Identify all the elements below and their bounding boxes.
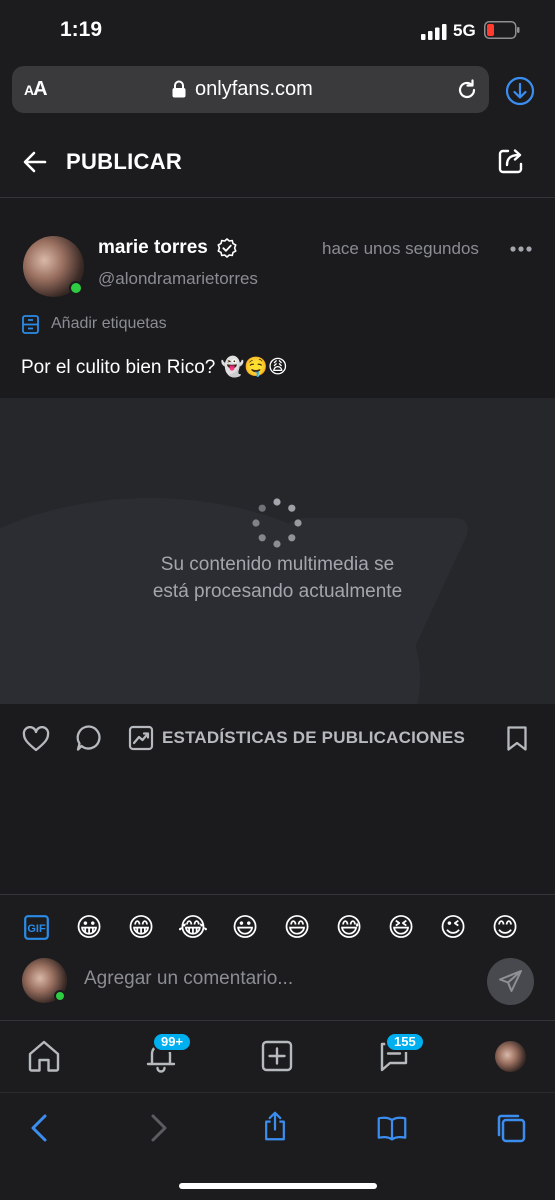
emoji-blush[interactable]: 😊 — [488, 910, 522, 944]
messages-badge: 155 — [385, 1032, 425, 1052]
gif-icon[interactable]: GIF — [24, 915, 49, 940]
status-bar: 1:19 5G — [0, 0, 555, 60]
reader-options-button[interactable]: AA — [24, 78, 48, 101]
page-title: PUBLICAR — [66, 149, 183, 174]
page-header: PUBLICAR — [0, 125, 555, 198]
notifications-badge: 99+ — [152, 1032, 193, 1052]
battery-icon — [484, 21, 520, 39]
post-timestamp: hace unos segundos — [322, 239, 479, 258]
add-tags-link[interactable]: Añadir etiquetas — [51, 315, 167, 333]
back-arrow-icon[interactable] — [22, 149, 48, 175]
more-options-icon[interactable] — [510, 246, 532, 252]
emoji-beaming[interactable]: 😁 — [124, 910, 158, 944]
emoji-joy[interactable]: 😂 — [176, 910, 210, 944]
browser-bookmarks-icon[interactable] — [377, 1113, 407, 1143]
send-icon — [499, 970, 522, 992]
online-indicator — [54, 990, 66, 1002]
messages-tab[interactable]: 155 — [377, 1032, 425, 1073]
emoji-wink[interactable]: 😉 — [436, 910, 470, 944]
home-icon[interactable] — [27, 1039, 61, 1073]
send-comment-button[interactable] — [487, 958, 534, 1005]
browser-tabs-icon[interactable] — [496, 1113, 526, 1143]
online-indicator — [69, 281, 83, 295]
cellular-signal-icon — [421, 24, 447, 40]
post-statistics-link[interactable]: ESTADÍSTICAS DE PUBLICACIONES — [162, 728, 465, 748]
app-bottom-nav: 99+ 155 — [0, 1020, 555, 1092]
add-post-icon[interactable] — [260, 1039, 294, 1073]
profile-avatar[interactable] — [495, 1041, 526, 1072]
tag-icon — [22, 315, 39, 334]
comment-composer: GIF 😀 😁 😂 😃 😄 😅 😆 😉 😊 — [0, 894, 555, 1020]
emoji-quick-bar: 😀 😁 😂 😃 😄 😅 😆 😉 😊 — [70, 910, 550, 944]
browser-toolbar — [0, 1092, 555, 1200]
bookmark-icon[interactable] — [506, 725, 528, 752]
browser-address-area: AA onlyfans.com — [0, 60, 555, 125]
status-time: 1:19 — [60, 18, 103, 41]
browser-share-icon[interactable] — [260, 1111, 290, 1141]
home-indicator — [179, 1183, 377, 1189]
processing-message: Su contenido multimedia se está procesan… — [0, 551, 555, 605]
processing-line-2: está procesando actualmente — [152, 581, 403, 602]
post-actions: ESTADÍSTICAS DE PUBLICACIONES — [0, 704, 555, 774]
emoji-laughing[interactable]: 😆 — [384, 910, 418, 944]
emoji-sweat-smile[interactable]: 😅 — [332, 910, 366, 944]
svg-text:GIF: GIF — [27, 923, 46, 935]
loading-spinner-icon — [252, 498, 302, 548]
address-bar[interactable]: AA onlyfans.com — [12, 66, 489, 113]
download-icon[interactable] — [505, 76, 535, 106]
comment-icon[interactable] — [75, 724, 103, 752]
statistics-icon[interactable] — [128, 725, 154, 751]
emoji-smiley[interactable]: 😃 — [228, 910, 262, 944]
comment-input[interactable] — [84, 959, 474, 999]
post: marie torres hace unos segundos @alondra… — [0, 199, 555, 399]
lock-icon — [172, 80, 186, 98]
author-handle[interactable]: @alondramarietorres — [98, 269, 258, 289]
media-processing-placeholder: Su contenido multimedia se está procesan… — [0, 398, 555, 704]
author-name[interactable]: marie torres — [98, 237, 208, 259]
network-type: 5G — [453, 21, 476, 40]
post-caption: Por el culito bien Rico? 👻🤤😩 — [21, 357, 288, 378]
browser-forward-icon[interactable] — [143, 1113, 173, 1143]
emoji-grinning[interactable]: 😀 — [72, 910, 106, 944]
emoji-smile[interactable]: 😄 — [280, 910, 314, 944]
heart-icon[interactable] — [22, 726, 50, 752]
browser-back-icon[interactable] — [25, 1113, 55, 1143]
notifications-tab[interactable]: 99+ — [144, 1032, 193, 1073]
share-post-icon[interactable] — [497, 147, 525, 175]
verified-badge-icon — [217, 238, 237, 258]
processing-line-1: Su contenido multimedia se — [160, 554, 395, 575]
url-text: onlyfans.com — [195, 78, 313, 100]
content-spacer — [0, 774, 555, 894]
reload-icon[interactable] — [455, 78, 479, 102]
